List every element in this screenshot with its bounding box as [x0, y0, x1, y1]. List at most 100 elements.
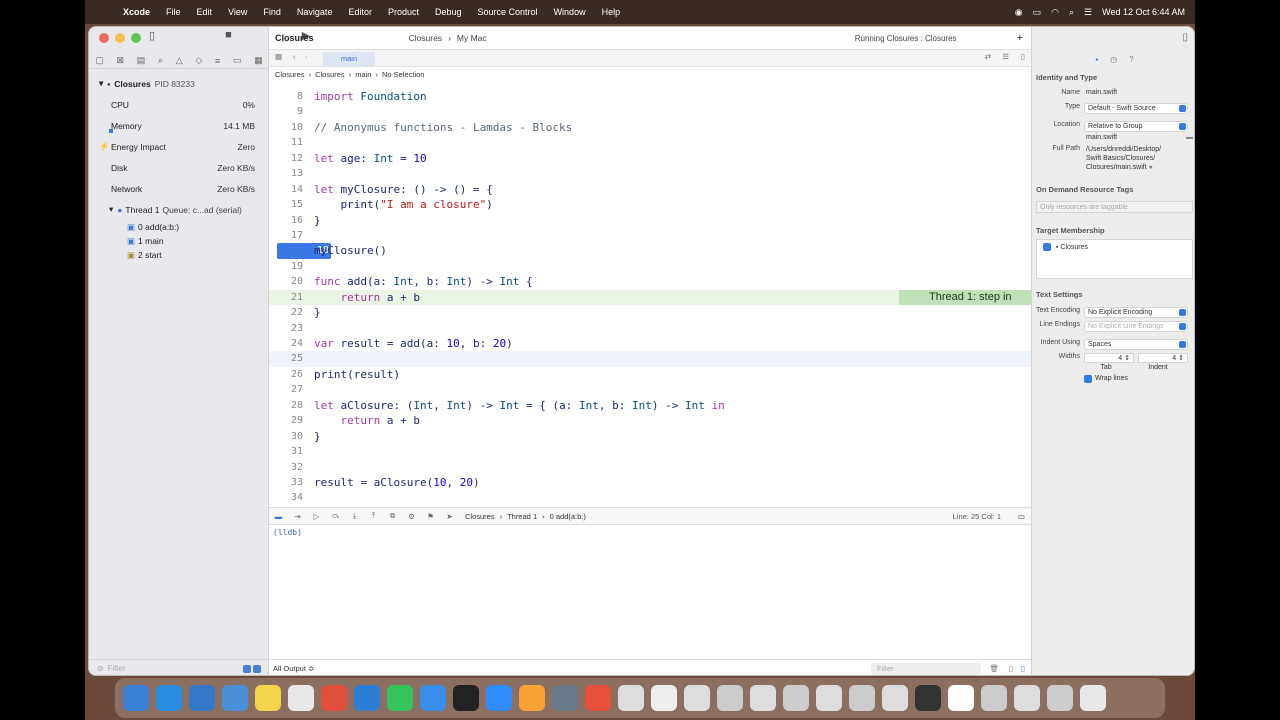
destination-name[interactable]: My Mac: [457, 33, 487, 43]
git-icon[interactable]: [585, 685, 611, 711]
line-number[interactable]: 13: [269, 166, 303, 181]
breakpoint-navigator-icon[interactable]: ▭: [233, 55, 242, 66]
refresh-icon[interactable]: ⇄: [985, 52, 991, 61]
window-thumbnail-icon[interactable]: [816, 685, 842, 711]
disclosure-icon[interactable]: ▾: [109, 204, 113, 215]
menu-product[interactable]: Product: [380, 7, 427, 17]
screen-recorder-icon[interactable]: [552, 685, 578, 711]
menu-source-control[interactable]: Source Control: [470, 7, 546, 17]
layout-icon[interactable]: ▭: [1018, 512, 1025, 521]
search-icon[interactable]: ⌕: [1069, 7, 1074, 18]
environment-overrides-icon[interactable]: ⚑: [421, 512, 440, 521]
gauge-energy[interactable]: ⚡ Energy Impact Zero: [89, 136, 269, 157]
code-line[interactable]: 20 func add(a: Int, b: Int) -> Int {: [269, 274, 1031, 289]
line-number[interactable]: 15: [269, 197, 303, 212]
line-number[interactable]: 32: [269, 460, 303, 475]
line-number[interactable]: 21: [269, 290, 303, 305]
code-line[interactable]: 28 let aClosure: (Int, Int) -> Int = { (a…: [269, 398, 1031, 413]
code-line[interactable]: 31: [269, 444, 1031, 459]
gauge-memory[interactable]: Memory 14.1 MB: [89, 115, 269, 136]
app-store-icon[interactable]: [420, 685, 446, 711]
debug-navigator-icon[interactable]: ≡: [215, 56, 220, 66]
back-icon[interactable]: ‹: [293, 52, 296, 61]
window-thumbnail-icon[interactable]: [684, 685, 710, 711]
code-line[interactable]: 29 return a + b: [269, 413, 1031, 428]
name-field[interactable]: main.swift: [1084, 89, 1117, 96]
encoding-select[interactable]: No Explicit Encoding: [1084, 307, 1188, 318]
breadcrumb-item[interactable]: main: [355, 70, 371, 79]
report-navigator-icon[interactable]: ▦: [254, 55, 263, 66]
issue-navigator-icon[interactable]: △: [176, 55, 183, 66]
menu-app[interactable]: Xcode: [115, 7, 158, 17]
code-line[interactable]: 15 print("I am a closure"): [269, 197, 1031, 212]
window-thumbnail-icon[interactable]: [717, 685, 743, 711]
simulate-location-icon[interactable]: ➤: [440, 512, 459, 521]
help-inspector-icon[interactable]: ?: [1129, 55, 1133, 64]
code-line[interactable]: 14 let myClosure: () -> () = {: [269, 182, 1031, 197]
output-selector[interactable]: All Output ≎: [273, 664, 314, 673]
project-navigator-icon[interactable]: ▢: [95, 55, 104, 66]
line-number[interactable]: 28: [269, 398, 303, 413]
code-line[interactable]: 13: [269, 166, 1031, 181]
menu-edit[interactable]: Edit: [189, 7, 221, 17]
terminal-app-icon[interactable]: [453, 685, 479, 711]
code-line[interactable]: 19: [269, 259, 1031, 274]
simulator-icon[interactable]: [222, 685, 248, 711]
test-navigator-icon[interactable]: ◇: [195, 55, 202, 66]
reveal-arrow-icon[interactable]: ●: [1149, 164, 1153, 171]
menu-help[interactable]: Help: [594, 7, 629, 17]
toggle-breakpoints-icon[interactable]: ⇥: [288, 512, 307, 521]
split-editor-icon[interactable]: ▯: [1021, 52, 1025, 61]
menu-view[interactable]: View: [220, 7, 255, 17]
battery-icon[interactable]: ▭: [1033, 7, 1042, 18]
debug-view-hierarchy-icon[interactable]: ⧉: [383, 511, 402, 521]
filter-option-icon[interactable]: [253, 664, 261, 673]
code-line[interactable]: 21 return a + b Thread 1: step in: [269, 289, 1031, 306]
filter-option-icon[interactable]: [243, 664, 251, 673]
window-thumbnail-icon[interactable]: [1014, 685, 1040, 711]
close-window-button[interactable]: [99, 33, 109, 43]
source-control-navigator-icon[interactable]: ⊠: [117, 55, 125, 66]
zoom-icon[interactable]: [486, 685, 512, 711]
disclosure-icon[interactable]: ▾: [99, 78, 103, 89]
record-icon[interactable]: ◉: [1015, 7, 1023, 18]
vscode-icon[interactable]: [354, 685, 380, 711]
line-number[interactable]: 17: [269, 228, 303, 243]
toggle-console-icon[interactable]: ▬: [269, 512, 288, 521]
line-number[interactable]: 27: [269, 382, 303, 397]
code-line[interactable]: 23: [269, 321, 1031, 336]
scheme-name[interactable]: Closures: [409, 33, 443, 43]
menu-navigate[interactable]: Navigate: [289, 7, 341, 17]
clock-text[interactable]: Wed 12 Oct 6:44 AM: [1102, 7, 1185, 17]
add-icon[interactable]: +: [1017, 32, 1023, 44]
code-line[interactable]: 10 // Anonymus functions - Lamdas - Block…: [269, 120, 1031, 135]
symbol-navigator-icon[interactable]: ▤: [137, 55, 146, 66]
gauge-cpu[interactable]: CPU 0%: [89, 94, 269, 115]
line-number[interactable]: 29: [269, 413, 303, 428]
stack-frame[interactable]: ▣ 2 start: [89, 248, 269, 262]
line-number[interactable]: 22: [269, 305, 303, 320]
step-over-icon[interactable]: ⤼: [326, 511, 345, 521]
wifi-icon[interactable]: ◠: [1051, 7, 1059, 18]
line-number[interactable]: 14: [269, 182, 303, 197]
window-thumbnail-icon[interactable]: [849, 685, 875, 711]
gauge-disk[interactable]: Disk Zero KB/s: [89, 157, 269, 178]
line-number[interactable]: 10: [269, 120, 303, 135]
trash-dock-icon[interactable]: [1080, 685, 1106, 711]
stack-frame[interactable]: ▣ 0 add(a:b:): [89, 220, 269, 234]
minimize-window-button[interactable]: [115, 33, 125, 43]
gauge-network[interactable]: Network Zero KB/s: [89, 178, 269, 199]
stack-frame[interactable]: ▣ 1 main: [89, 234, 269, 248]
scheme-selector[interactable]: Closures › My Mac: [409, 33, 487, 43]
code-line[interactable]: 32: [269, 460, 1031, 475]
file-inspector-icon[interactable]: ▪: [1095, 55, 1098, 64]
line-number[interactable]: 24: [269, 336, 303, 351]
inspector-toggle-icon[interactable]: ▯: [1182, 32, 1188, 43]
source-editor[interactable]: 8 import Foundation 9 10 // Anonymus functio…: [269, 89, 1031, 506]
safari-icon[interactable]: [156, 685, 182, 711]
debug-path-item[interactable]: Thread 1: [507, 512, 537, 521]
stop-icon[interactable]: ■: [225, 29, 232, 42]
code-line[interactable]: 17: [269, 228, 1031, 243]
code-line[interactable]: 30}: [269, 429, 1031, 444]
code-line[interactable]: 11: [269, 135, 1031, 150]
